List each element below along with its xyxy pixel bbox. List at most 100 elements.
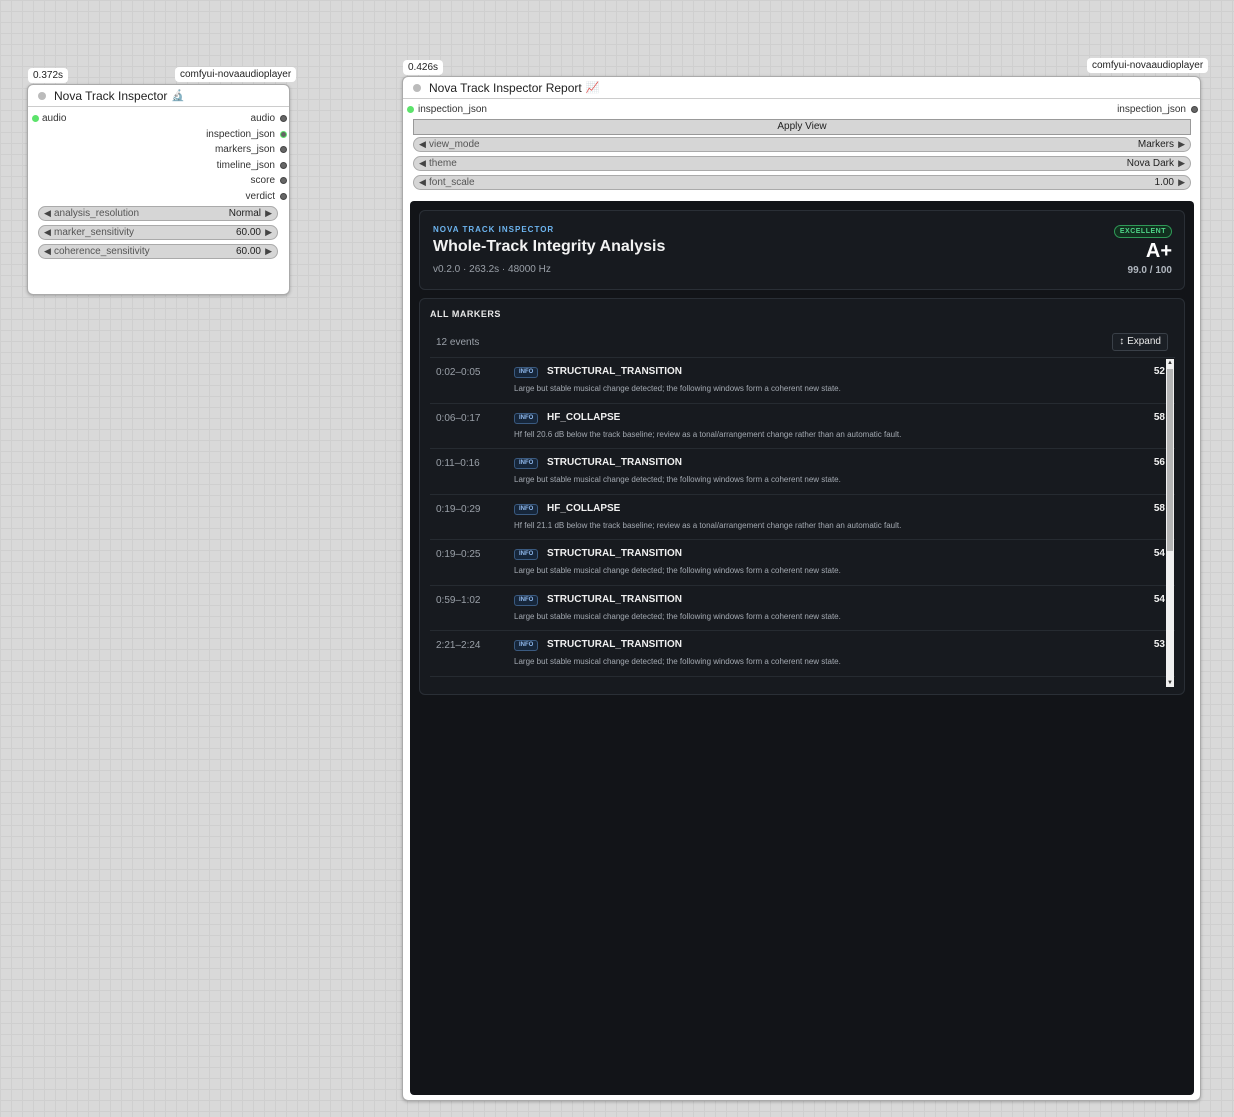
expand-button[interactable]: ↕ Expand [1112,333,1168,351]
list-item[interactable] [430,675,1175,688]
list-item[interactable]: 2:21–2:24 INFO STRUCTURAL_TRANSITION Lar… [430,630,1175,676]
output-label: markers_json [214,144,275,155]
collapse-dot-icon[interactable] [413,83,421,92]
scroll-down-arrow-icon[interactable]: ▼ [1166,679,1174,687]
output-slot-markers-json[interactable]: markers_json [214,143,287,157]
output-slot-inspection-json[interactable]: inspection_json [206,128,287,142]
marker-time: 2:21–2:24 [436,640,481,651]
increment-arrow-icon[interactable]: ▶ [1178,176,1185,189]
severity-badge: INFO [514,594,539,606]
output-slot-inspection-json[interactable]: inspection_json [1117,103,1198,117]
output-connector-icon[interactable] [280,193,287,200]
markers-list[interactable]: 0:02–0:05 INFO STRUCTURAL_TRANSITION Lar… [430,357,1175,687]
apply-view-button[interactable]: Apply View [413,119,1191,135]
output-connector-icon[interactable] [280,131,287,138]
scrollbar-thumb[interactable] [1167,369,1173,551]
increment-arrow-icon[interactable]: ▶ [1178,138,1185,151]
input-slot-inspection-json[interactable]: inspection_json [407,103,487,117]
decrement-arrow-icon[interactable]: ◀ [419,176,426,189]
marker-sensitivity-number[interactable]: ◀ marker_sensitivity 60.00 ▶ [38,225,278,240]
increment-arrow-icon[interactable]: ▶ [265,226,272,239]
score-value: 99.0 / 100 [1127,265,1172,276]
marker-name: STRUCTURAL_TRANSITION [547,548,682,559]
marker-time: 0:59–1:02 [436,594,481,606]
coherence-sensitivity-number[interactable]: ◀ coherence_sensitivity 60.00 ▶ [38,244,278,259]
widget-label: font_scale [429,177,475,188]
list-item[interactable]: 0:59–1:02 INFO STRUCTURAL_TRANSITION Lar… [430,584,1175,631]
markers-heading: ALL MARKERS [430,309,501,319]
severity-badge: INFO [514,412,539,424]
marker-time: 0:06–0:17 [436,412,481,424]
node-title-bar[interactable]: Nova Track Inspector Report 📈 [403,77,1200,99]
marker-time: 0:19–0:29 [436,503,481,515]
input-label: audio [42,113,67,124]
analysis-resolution-combo[interactable]: ◀ analysis_resolution Normal ▶ [38,206,278,221]
widget-label: theme [429,158,457,169]
widget-value: Nova Dark [1126,158,1174,169]
marker-time: 0:19–0:25 [436,549,481,560]
severity-badge: INFO [514,458,539,469]
package-badge: comfyui-novaaudioplayer [175,67,297,82]
output-slot-audio[interactable]: audio [251,112,287,126]
output-slot-verdict[interactable]: verdict [245,190,287,204]
chart-increasing-icon: 📈 [585,82,600,94]
severity-badge: INFO [514,640,539,651]
severity-badge: INFO [514,367,539,378]
decrement-arrow-icon[interactable]: ◀ [44,207,51,220]
decrement-arrow-icon[interactable]: ◀ [44,226,51,239]
inspector-node[interactable]: Nova Track Inspector 🔬 audio audio inspe… [27,84,290,295]
decrement-arrow-icon[interactable]: ◀ [419,157,426,170]
marker-description: Hf fell 20.6 dB below the track baseline… [514,429,902,439]
output-slot-timeline-json[interactable]: timeline_json [217,159,287,173]
widget-value: 60.00 [235,246,261,257]
increment-arrow-icon[interactable]: ▶ [1178,157,1185,170]
input-connector-icon[interactable] [407,106,414,113]
marker-description: Hf fell 21.1 dB below the track baseline… [514,520,902,530]
report-panel: NOVA TRACK INSPECTOR Whole-Track Integri… [410,201,1194,1095]
input-connector-icon[interactable] [32,115,39,122]
marker-name: STRUCTURAL_TRANSITION [547,366,682,377]
theme-combo[interactable]: ◀ theme Nova Dark ▶ [413,156,1191,171]
node-title: Nova Track Inspector Report [429,80,582,95]
font-scale-number[interactable]: ◀ font_scale 1.00 ▶ [413,175,1191,190]
report-node[interactable]: Nova Track Inspector Report 📈 inspection… [402,76,1201,1101]
report-title: Whole-Track Integrity Analysis [433,238,666,255]
decrement-arrow-icon[interactable]: ◀ [44,245,51,258]
markers-scrollbar[interactable]: ▲ ▼ [1166,359,1174,687]
report-header-card: NOVA TRACK INSPECTOR Whole-Track Integri… [419,210,1185,290]
list-item[interactable]: 0:19–0:29 INFO HF_COLLAPSE Hf fell 21.1 … [430,493,1175,540]
list-item[interactable]: 0:06–0:17 INFO HF_COLLAPSE Hf fell 20.6 … [430,402,1175,449]
marker-description: Large but stable musical change detected… [514,384,841,393]
output-label: score [250,175,275,186]
severity-badge: INFO [514,549,539,560]
marker-time: 0:02–0:05 [436,367,481,378]
input-slot-audio[interactable]: audio [32,112,67,126]
node-title-bar[interactable]: Nova Track Inspector 🔬 [28,85,289,107]
marker-time: 0:11–0:16 [436,458,480,469]
collapse-dot-icon[interactable] [38,91,46,100]
severity-badge: INFO [514,503,539,515]
output-slot-score[interactable]: score [250,174,287,188]
decrement-arrow-icon[interactable]: ◀ [419,138,426,151]
widget-label: coherence_sensitivity [54,246,150,257]
output-connector-icon[interactable] [280,177,287,184]
marker-description: Large but stable musical change detected… [514,611,841,621]
execution-time-badge: 0.372s [28,68,69,83]
marker-name: STRUCTURAL_TRANSITION [547,639,682,650]
increment-arrow-icon[interactable]: ▶ [265,245,272,258]
output-connector-icon[interactable] [280,162,287,169]
list-item[interactable]: 0:02–0:05 INFO STRUCTURAL_TRANSITION Lar… [430,357,1175,403]
output-connector-icon[interactable] [1191,106,1198,113]
markers-card: ALL MARKERS 12 events ↕ Expand 0:02–0:05… [419,298,1185,695]
marker-score: 54 [1153,548,1165,559]
list-item[interactable]: 0:11–0:16 INFO STRUCTURAL_TRANSITION Lar… [430,448,1175,494]
output-label: verdict [245,191,275,202]
widget-label: view_mode [429,139,480,150]
input-label: inspection_json [418,104,487,115]
increment-arrow-icon[interactable]: ▶ [265,207,272,220]
view-mode-combo[interactable]: ◀ view_mode Markers ▶ [413,137,1191,152]
list-item[interactable]: 0:19–0:25 INFO STRUCTURAL_TRANSITION Lar… [430,539,1175,585]
output-connector-icon[interactable] [280,115,287,122]
output-connector-icon[interactable] [280,146,287,153]
scroll-up-arrow-icon[interactable]: ▲ [1166,359,1174,367]
